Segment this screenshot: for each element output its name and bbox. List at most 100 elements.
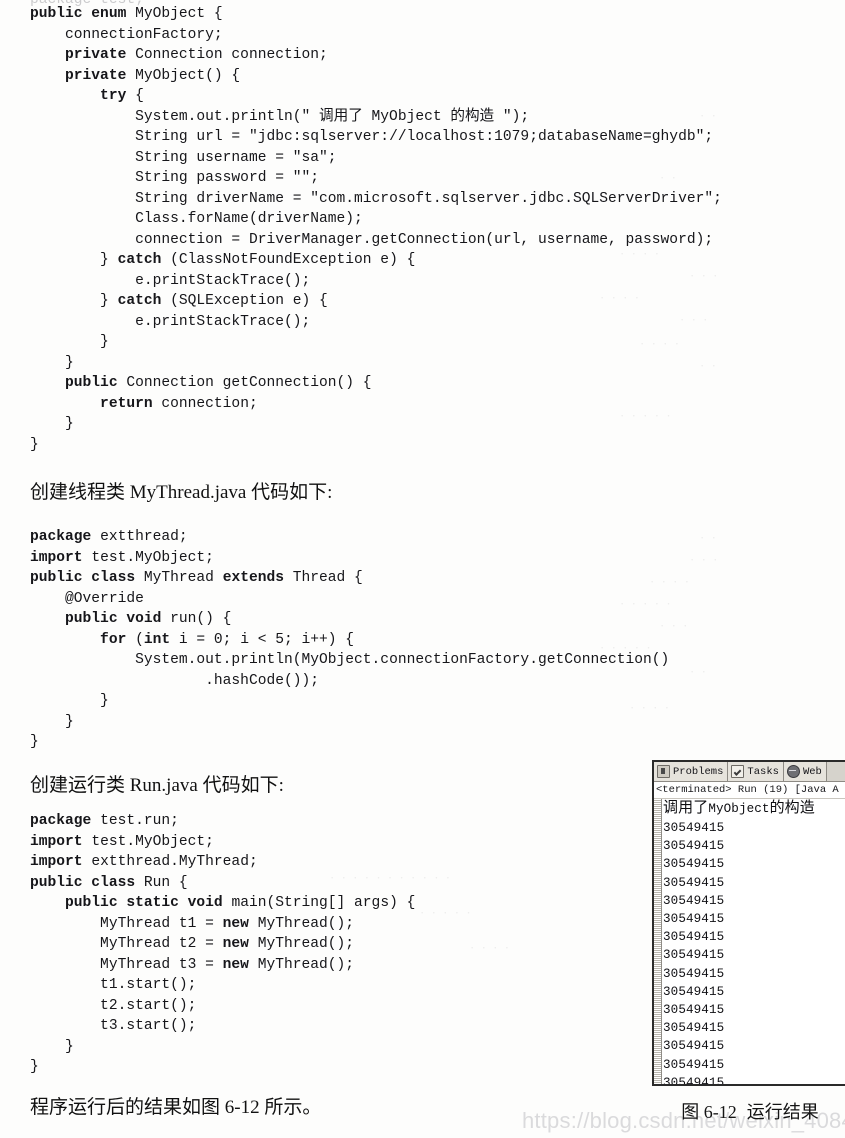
console-tab-bar[interactable]: Problems Tasks Web xyxy=(654,762,845,782)
code-text: } xyxy=(30,713,74,730)
code-keyword: public class xyxy=(30,874,144,891)
code-line: String driverName = "com.microsoft.sqlse… xyxy=(30,189,722,210)
code-text: test.MyObject; xyxy=(91,549,214,566)
console-scrollbar[interactable] xyxy=(654,799,662,1084)
code-text: String password = ""; xyxy=(30,170,320,186)
console-output-line: 30549415 xyxy=(663,948,725,963)
code-keyword: try xyxy=(30,88,136,104)
code-text: .hashCode()); xyxy=(30,672,320,689)
code-text: { xyxy=(135,88,144,104)
heading-run: 创建运行类 Run.java 代码如下: xyxy=(30,775,284,796)
code-line: String url = "jdbc:sqlserver://localhost… xyxy=(30,127,722,148)
code-text: ( xyxy=(135,631,144,648)
code-line: } xyxy=(30,691,669,712)
code-text: test.MyObject; xyxy=(91,833,214,850)
console-tab-label: Tasks xyxy=(747,765,779,778)
console-output-line: 30549415 xyxy=(663,1021,725,1036)
code-text: MyThread(); xyxy=(257,936,355,952)
code-line: t3.start(); xyxy=(30,1016,415,1037)
code-line: import extthread.MyThread; xyxy=(30,852,415,873)
code-line: MyThread t3 = new MyThread(); xyxy=(30,955,415,976)
code-line: e.printStackTrace(); xyxy=(30,271,722,292)
code-line: String username = "sa"; xyxy=(30,148,722,169)
code-line: System.out.println(" 调用了 MyObject 的构造 ")… xyxy=(30,107,722,128)
code-keyword: extends xyxy=(222,570,293,586)
code-keyword: public xyxy=(30,375,127,391)
console-tab-tasks[interactable]: Tasks xyxy=(728,762,784,781)
code-text: MyThread t2 = xyxy=(30,936,223,952)
web-icon xyxy=(786,765,800,778)
code-text: @Override xyxy=(30,590,144,607)
code-text: extthread; xyxy=(100,529,188,545)
code-line: public class Run { xyxy=(30,873,415,894)
console-output-line: 30549415 xyxy=(663,821,725,835)
code-line: private MyObject() { xyxy=(30,66,722,87)
console-output-line: 30549415 xyxy=(663,839,725,854)
code-line: connection = DriverManager.getConnection… xyxy=(30,230,722,251)
code-text: String url = "jdbc:sqlserver://localhost… xyxy=(30,129,714,145)
code-line: t1.start(); xyxy=(30,975,415,996)
eclipse-console-screenshot: Problems Tasks Web <terminated> Run (19) [… xyxy=(652,760,845,1086)
code-line: } xyxy=(30,732,669,753)
code-text: Connection getConnection() { xyxy=(126,375,372,391)
code-text: } xyxy=(30,1059,39,1075)
console-tab-label: Web xyxy=(802,765,822,778)
code-line: MyThread t1 = new MyThread(); xyxy=(30,914,415,935)
console-output-line: 30549415 xyxy=(663,984,725,999)
code-keyword: package xyxy=(30,529,101,545)
code-text: Run { xyxy=(143,874,188,891)
code-line: @Override xyxy=(30,589,669,610)
code-text: e.printStackTrace(); xyxy=(30,272,311,289)
console-text: 的构造 xyxy=(769,800,815,816)
code-line: try { xyxy=(30,86,722,107)
code-line: for (int i = 0; i < 5; i++) { xyxy=(30,630,669,651)
code-block-myobject-enum: public enum MyObject { connectionFactory… xyxy=(30,4,722,455)
code-line: } xyxy=(30,1057,415,1078)
code-text: (ClassNotFoundException e) { xyxy=(170,252,416,268)
code-text: } xyxy=(30,693,109,709)
console-tab-web[interactable]: Web xyxy=(783,762,827,781)
code-text: MyThread t3 = xyxy=(30,956,223,973)
code-line: } xyxy=(30,712,669,733)
console-output-line: 30549415 xyxy=(663,1003,725,1018)
code-text: extthread.MyThread; xyxy=(91,854,258,870)
code-line: } xyxy=(30,332,722,353)
code-line: package extthread; xyxy=(30,527,669,548)
code-keyword: import xyxy=(30,833,92,850)
code-text: } xyxy=(30,293,118,309)
figure-title: 运行结果 xyxy=(746,1102,819,1122)
console-text: 调用了 xyxy=(663,800,709,816)
code-text: Thread { xyxy=(292,570,363,586)
code-line: Class.forName(driverName); xyxy=(30,209,722,230)
code-keyword: public enum xyxy=(30,6,136,22)
code-text: MyThread(); xyxy=(257,956,355,973)
code-text: } xyxy=(30,354,74,371)
tasks-icon xyxy=(731,765,745,778)
code-keyword: public static void xyxy=(30,895,232,911)
code-keyword: new xyxy=(222,956,258,973)
code-text: } xyxy=(30,436,39,453)
code-text: String driverName = "com.microsoft.sqlse… xyxy=(30,190,722,207)
code-text: } xyxy=(30,734,39,750)
code-keyword: catch xyxy=(117,293,171,309)
code-text: (SQLException e) { xyxy=(170,293,328,309)
result-sentence: 程序运行后的结果如图 6-12 所示。 xyxy=(30,1097,322,1118)
code-block-mythread-class: package extthread; import test.MyObject; p… xyxy=(30,527,669,753)
console-output-line: 30549415 xyxy=(663,1057,725,1072)
code-keyword: private xyxy=(30,67,136,84)
code-text: t1.start(); xyxy=(30,977,197,993)
code-line: package test.run; xyxy=(30,811,415,832)
console-output-line: 30549415 xyxy=(663,966,725,981)
console-output-line: 30549415 xyxy=(663,1075,725,1086)
code-keyword: package xyxy=(30,813,101,829)
code-line: } xyxy=(30,1037,415,1058)
code-line: t2.start(); xyxy=(30,996,415,1017)
code-keyword: import xyxy=(30,549,92,566)
code-text: connection; xyxy=(161,395,258,412)
console-tab-problems[interactable]: Problems xyxy=(654,762,729,781)
code-text: t3.start(); xyxy=(30,1018,197,1034)
code-text: i = 0; i < 5; i++) { xyxy=(178,631,355,648)
code-keyword: public class xyxy=(30,570,144,586)
code-text: } xyxy=(30,252,118,268)
console-output-lines: 调用了MyObject的构造 30549415 30549415 30549415 30… xyxy=(663,799,845,1086)
